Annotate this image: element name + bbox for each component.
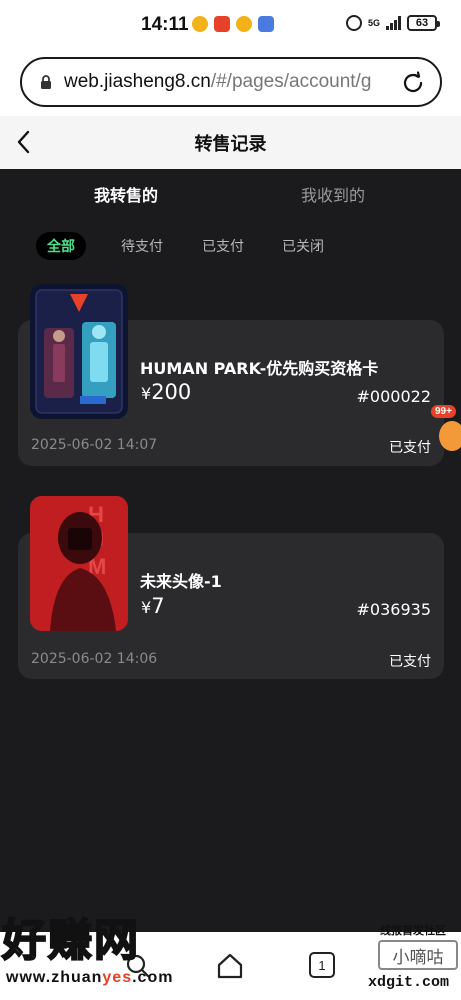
watermark-url: www.zhuanyes.com [6,969,173,987]
weibo-icon [236,16,252,32]
avatar-art-image: HUMAN [30,496,128,631]
url-path: /#/pages/account/g [210,71,372,92]
watermark-url-c: .com [132,969,174,986]
lock-icon [41,75,51,89]
filter-paid[interactable]: 已支付 [202,236,244,256]
tab-received-by-me[interactable]: 我收到的 [301,182,365,206]
watermark-title: 好赚网 [1,914,140,967]
url-text[interactable]: web.jiasheng8.cn/#/pages/account/g [64,71,382,93]
watermark-url-a: www.zhuan [6,969,103,986]
price-amount: 200 [151,380,192,404]
watermark-right-brand: 小嘀咕 [378,940,458,970]
filter-all[interactable]: 全部 [36,232,86,260]
item-name: HUMAN PARK-优先购买资格卡 [140,359,379,378]
signal-icon [386,16,401,30]
filter-unpaid[interactable]: 待支付 [121,236,163,256]
browser-toolbar: web.jiasheng8.cn/#/pages/account/g [0,52,461,116]
network-label: 5G [367,17,380,28]
tab-bar: 我转售的 我收到的 [0,169,461,217]
home-icon[interactable] [216,952,244,980]
app-red-icon [214,16,230,32]
watermark-left: 好赚网 www.zhuanyes.com [0,914,200,1000]
item-price: ¥200 [141,380,191,404]
weibo-icon [192,16,208,32]
reload-icon[interactable] [400,70,426,96]
page-header: 转售记录 [0,116,461,169]
status-filter-bar: 全部 待支付 已支付 已关闭 [0,228,461,264]
tab-resold-by-me[interactable]: 我转售的 [94,182,158,206]
record-date: 2025-06-02 14:07 [31,437,158,453]
watermark-right-tagline: 线报首发社区 [380,924,446,937]
record-date: 2025-06-02 14:06 [31,651,158,667]
tab-switcher-icon[interactable]: 1 [309,952,335,978]
app-blue-icon [258,16,274,32]
item-price: ¥7 [141,594,165,618]
status-time: 14:11 [141,14,189,35]
watermark-right: 线报首发社区 小嘀咕 xdgit.com [368,920,461,1000]
record-status: 已支付 [389,440,431,456]
record-status: 已支付 [389,654,431,670]
battery-icon: 63 [407,15,440,31]
filter-closed[interactable]: 已关闭 [282,236,324,256]
page-title: 转售记录 [194,134,267,155]
item-serial: #000022 [356,387,431,406]
status-bar: 14:11 5G 63 [0,0,461,52]
watermark-right-url: xdgit.com [368,974,450,991]
action-figure-image [30,284,128,419]
notification-count-badge: 99+ [431,405,456,418]
address-bar[interactable]: web.jiasheng8.cn/#/pages/account/g [20,57,442,107]
notification-icons [192,16,274,32]
watermark-url-b: yes [102,969,133,986]
floating-assistant[interactable]: 99+ [431,405,461,455]
assistant-avatar-icon [439,421,461,451]
alarm-icon [345,15,362,31]
status-right: 5G 63 [345,15,440,31]
item-serial: #036935 [356,600,431,619]
item-name: 未来头像-1 [140,572,222,591]
url-host: web.jiasheng8.cn [64,71,211,92]
currency-symbol: ¥ [141,598,152,617]
item-thumbnail: HUMAN [30,496,128,631]
price-amount: 7 [151,594,165,618]
item-thumbnail [30,284,128,419]
currency-symbol: ¥ [141,384,152,403]
